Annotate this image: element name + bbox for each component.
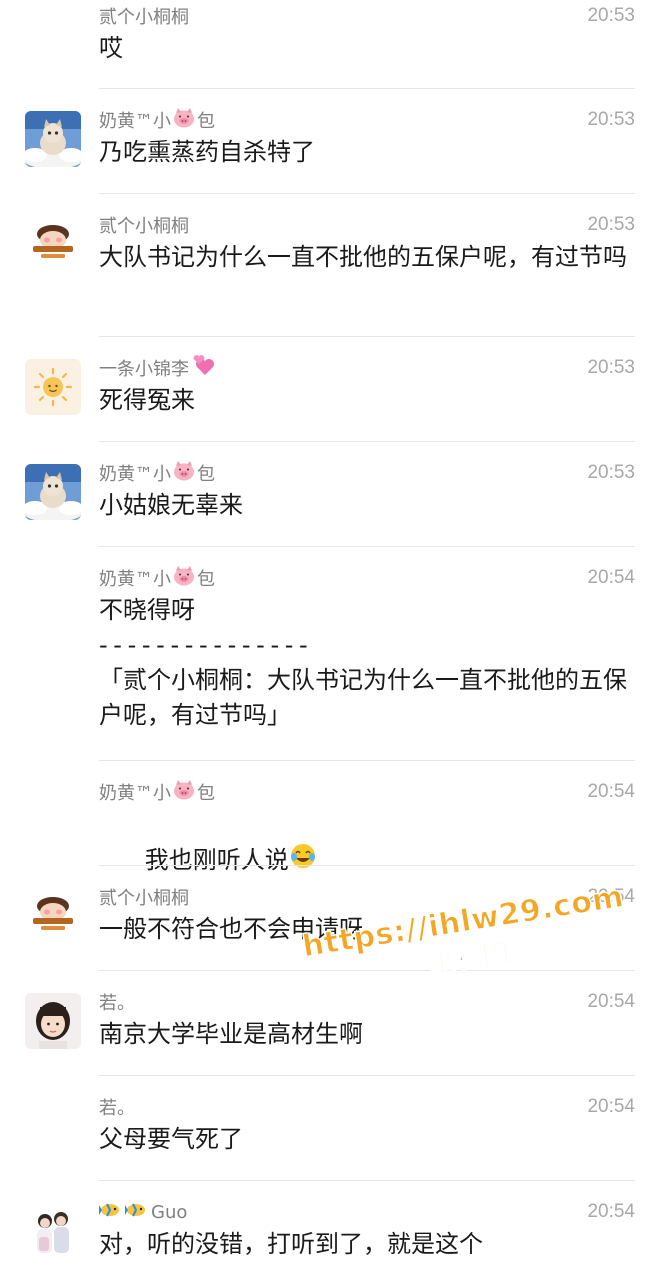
tropical-fish-icon xyxy=(125,1200,149,1225)
sender-name-text: 奶黄™小 xyxy=(99,783,171,804)
sender-name: 若。 xyxy=(99,1098,135,1119)
chat-message[interactable]: 贰个小桐桐 20:54 一般不符合也不会申请呀 xyxy=(0,866,661,971)
cat-cloud-icon xyxy=(25,111,81,167)
chat-message[interactable]: 奶黄™小 包 20:54 我也刚听人说 xyxy=(0,761,661,874)
message-text: 南京大学毕业是高材生啊 xyxy=(99,1020,363,1048)
avatar-cartoon-tongtong[interactable] xyxy=(25,886,81,942)
chat-message[interactable]: 一条小锦李 20:53 死得冤来 xyxy=(0,337,661,442)
avatar-cat-cloud[interactable] xyxy=(25,111,81,167)
cartoon-character-icon xyxy=(25,886,81,942)
cat-cloud-icon xyxy=(25,464,81,520)
chat-message[interactable]: 奶黄™小 包 20:54 不晓得呀 - - - - - - - - - - - … xyxy=(0,547,661,761)
message-text: 哎 xyxy=(99,34,123,62)
sender-name: 贰个小桐桐 xyxy=(99,7,189,28)
chat-message-list[interactable]: 贰个小桐桐 20:53 哎 奶黄™小 包 20:53 乃吃熏蒸药自杀特了 贰个小… xyxy=(0,0,661,1285)
message-text: 不晓得呀 xyxy=(99,596,195,624)
sender-name: 奶黄™小 包 xyxy=(99,565,215,591)
chat-message[interactable]: 若。 20:54 南京大学毕业是高材生啊 xyxy=(0,971,661,1076)
couple-photo-icon xyxy=(25,1203,81,1259)
message-time: 20:54 xyxy=(587,567,635,588)
sender-name: 一条小锦李 xyxy=(99,354,215,382)
message-text: 死得冤来 xyxy=(99,386,195,414)
sender-name-text: 奶黄™小 xyxy=(99,464,171,485)
sender-name: 奶黄™小 包 xyxy=(99,460,215,486)
avatar-cartoon-tongtong[interactable] xyxy=(25,214,81,270)
sender-name-text: Guo xyxy=(151,1201,188,1223)
pig-face-icon xyxy=(173,779,195,805)
message-time: 20:54 xyxy=(587,886,635,907)
sender-name: 奶黄™小 包 xyxy=(99,107,215,133)
message-text: 小姑娘无辜来 xyxy=(99,491,243,519)
sender-name: 贰个小桐桐 xyxy=(99,216,189,237)
chat-message[interactable]: 贰个小桐桐 20:53 哎 xyxy=(0,0,661,89)
avatar-girl-photo[interactable] xyxy=(25,993,81,1049)
message-time: 20:54 xyxy=(587,1201,635,1222)
quoted-message[interactable]: 「贰个小桐桐：大队书记为什么一直不批他的五保户呢，有过节吗」 xyxy=(99,663,635,733)
sender-name-suffix: 包 xyxy=(197,464,215,485)
message-time: 20:53 xyxy=(587,109,635,130)
chat-message[interactable]: 若。 20:54 父母要气死了 xyxy=(0,1076,661,1181)
sender-name: 贰个小桐桐 xyxy=(99,888,189,909)
avatar-couple-photo[interactable] xyxy=(25,1203,81,1259)
message-text: 一般不符合也不会申请呀 xyxy=(99,915,363,943)
sender-name: Guo xyxy=(99,1200,187,1225)
sender-name-suffix: 包 xyxy=(197,569,215,590)
chat-message[interactable]: Guo 20:54 对，听的没错，打听到了，就是这个 xyxy=(0,1181,661,1285)
chat-message[interactable]: 贰个小桐桐 20:53 大队书记为什么一直不批他的五保户呢，有过节吗 xyxy=(0,194,661,337)
message-time: 20:54 xyxy=(587,991,635,1012)
sender-name-text: 一条小锦李 xyxy=(99,359,189,380)
sender-name-suffix: 包 xyxy=(197,111,215,132)
message-text: 对，听的没错，打听到了，就是这个 xyxy=(99,1230,483,1258)
message-text: 父母要气死了 xyxy=(99,1125,243,1153)
sun-icon xyxy=(25,359,81,415)
message-text: 乃吃熏蒸药自杀特了 xyxy=(99,138,315,166)
sender-name-suffix: 包 xyxy=(197,783,215,804)
chat-message[interactable]: 奶黄™小 包 20:53 小姑娘无辜来 xyxy=(0,442,661,547)
chat-message[interactable]: 奶黄™小 包 20:53 乃吃熏蒸药自杀特了 xyxy=(0,89,661,194)
sender-name: 奶黄™小 包 xyxy=(99,779,215,805)
message-time: 20:53 xyxy=(587,357,635,378)
message-time: 20:54 xyxy=(587,1096,635,1117)
sender-name-text: 奶黄™小 xyxy=(99,111,171,132)
tropical-fish-icon xyxy=(99,1200,123,1225)
avatar-sun[interactable] xyxy=(25,359,81,415)
message-time: 20:54 xyxy=(587,781,635,802)
message-time: 20:53 xyxy=(587,5,635,26)
girl-photo-icon xyxy=(25,993,81,1049)
message-time: 20:53 xyxy=(587,462,635,483)
pig-face-icon xyxy=(173,460,195,486)
two-hearts-icon xyxy=(191,354,215,382)
message-text: 大队书记为什么一直不批他的五保户呢，有过节吗 xyxy=(99,243,627,271)
cartoon-character-icon xyxy=(25,214,81,270)
sender-name: 若。 xyxy=(99,993,135,1014)
pig-face-icon xyxy=(173,107,195,133)
message-time: 20:53 xyxy=(587,214,635,235)
avatar-cat-cloud[interactable] xyxy=(25,464,81,520)
sender-name-text: 奶黄™小 xyxy=(99,569,171,590)
quote-separator: - - - - - - - - - - - - - - - xyxy=(99,631,308,659)
pig-face-icon xyxy=(173,565,195,591)
